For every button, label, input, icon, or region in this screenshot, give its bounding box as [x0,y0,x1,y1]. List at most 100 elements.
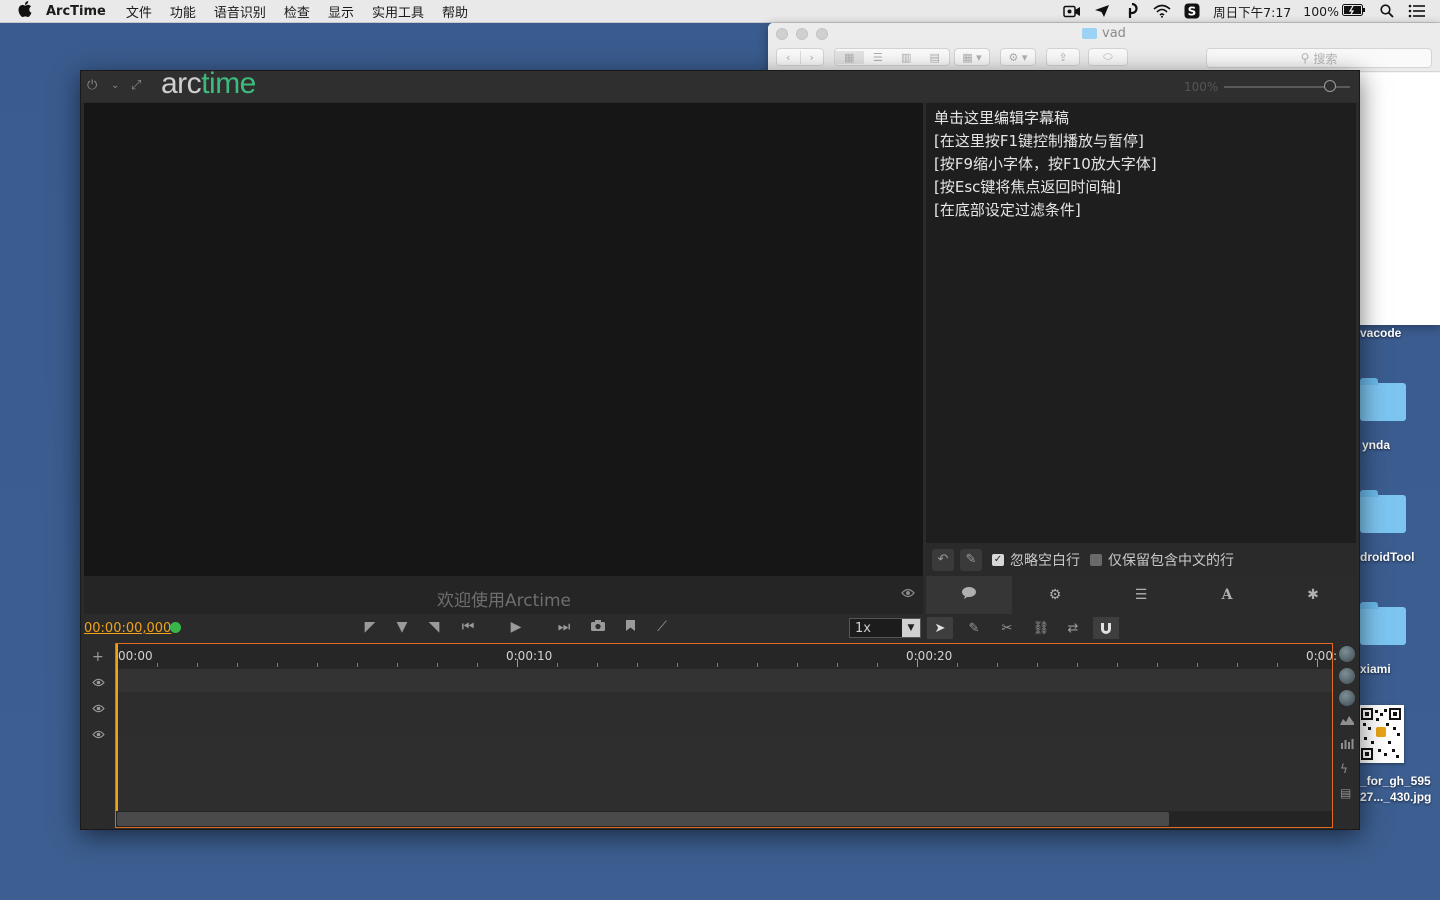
menu-inspect[interactable]: 检查 [284,2,310,21]
magnet-icon[interactable] [1093,617,1119,639]
expand-icon[interactable]: ⤢ [131,78,141,93]
bookmark-icon[interactable] [621,619,639,636]
edit-tool-icon[interactable]: ✎ [961,617,987,639]
search-icon[interactable] [1378,3,1396,19]
lightning-icon[interactable]: ϟ [1340,762,1348,776]
script-line[interactable]: [在底部设定过滤条件] [934,199,1081,220]
playhead[interactable] [116,644,118,812]
keep-chinese-checkbox[interactable]: 仅保留包含中文的行 [1090,550,1234,570]
table-icon[interactable]: ▤ [1340,786,1351,800]
swap-icon[interactable]: ⇄ [1060,617,1086,639]
marker-down-icon[interactable]: ▼ [393,619,411,635]
link-icon[interactable]: ⛓ [1028,617,1054,639]
folder-icon[interactable] [1360,378,1406,421]
action-button[interactable]: ⚙ ▾ [1000,48,1036,66]
zoom-button[interactable] [816,28,828,40]
set-out-point-icon[interactable]: ◥ [425,619,443,635]
volume-knob[interactable] [1339,646,1355,662]
finder-search-field[interactable]: ⚲ 搜索 [1206,48,1432,68]
menu-file[interactable]: 文件 [126,2,152,21]
desktop-item-label[interactable]: droidTool [1360,550,1414,564]
timecode-display[interactable]: 00:00:00,000 [84,621,171,636]
timeline-scrollbar-thumb[interactable] [117,812,1169,826]
menu-view[interactable]: 显示 [328,2,354,21]
play-icon[interactable]: ▶ [507,619,525,635]
bar-chart-icon[interactable] [1340,738,1354,752]
column-view-icon[interactable]: ▥ [892,51,921,64]
chevron-right-icon[interactable]: › [799,50,824,64]
power-icon[interactable]: ⏻ [87,78,97,93]
p-icon[interactable] [1123,3,1141,19]
s-app-icon[interactable]: S [1183,3,1201,19]
paper-plane-icon[interactable] [1093,3,1111,19]
timeline[interactable]: 00:00 0:00:10 0:00:20 0:00: [115,643,1337,828]
tab-style[interactable]: A [1184,576,1270,614]
ignore-blank-checkbox[interactable]: ✓ 忽略空白行 [992,550,1080,570]
menu-speech-recognition[interactable]: 语音识别 [214,2,266,21]
chevron-down-icon[interactable]: ⌄ [111,80,119,91]
camera-icon[interactable] [589,619,607,636]
chevron-left-icon[interactable]: ‹ [777,51,800,64]
icon-view-icon[interactable]: ▦ [835,50,864,64]
menu-app-name[interactable]: ArcTime [46,4,106,19]
apple-menu-icon[interactable] [18,1,36,21]
view-mode-buttons[interactable]: ▦ ☰ ▥ ▤ [834,48,950,66]
add-track-icon[interactable]: + [92,649,104,665]
video-camera-icon[interactable] [1063,3,1081,19]
clock[interactable]: 周日下午7:17 [1213,2,1291,21]
desktop-item-label[interactable]: xiami [1360,662,1391,676]
skip-back-icon[interactable]: ⏮ [459,619,477,635]
magic-wand-icon[interactable]: ⟋ [653,619,671,635]
gallery-view-icon[interactable]: ▤ [921,51,950,64]
battery-status[interactable]: 100% [1303,3,1366,19]
script-line[interactable]: [按Esc键将焦点返回时间轴] [934,176,1121,197]
select-tool-icon[interactable]: ➤ [927,617,953,639]
tab-list[interactable]: ☰ [1098,576,1184,614]
desktop-item-label[interactable]: _for_gh_595 [1360,774,1431,788]
volume-knob[interactable] [1339,668,1355,684]
wifi-icon[interactable] [1153,3,1171,19]
eye-icon[interactable] [92,702,105,716]
tab-script[interactable] [926,576,1012,614]
desktop-item-label[interactable]: ynda [1362,438,1390,452]
minimize-button[interactable] [796,28,808,40]
waveform-icon[interactable] [1340,714,1354,728]
menu-function[interactable]: 功能 [170,2,196,21]
zoom-slider-knob[interactable] [1324,80,1336,92]
eye-icon[interactable] [92,728,105,742]
script-editor[interactable]: 单击这里编辑字幕稿 [在这里按F1键控制播放与暂停] [按F9缩小字体，按F10… [926,103,1356,543]
undo-icon[interactable]: ↶ [932,548,954,571]
skip-forward-icon[interactable]: ⏭ [555,619,573,635]
eye-icon[interactable] [901,587,915,602]
tag-button[interactable]: ⬭ [1088,48,1128,66]
folder-icon[interactable] [1360,490,1406,533]
tab-debug[interactable]: ✱ [1270,576,1356,614]
desktop-item-label[interactable]: 27..._430.jpg [1360,790,1431,804]
eye-icon[interactable] [92,676,105,690]
folder-icon[interactable] [1360,602,1406,645]
script-line[interactable]: 单击这里编辑字幕稿 [934,107,1069,128]
subtitle-track-row[interactable] [116,715,1332,738]
notification-list-icon[interactable] [1408,3,1426,19]
share-button[interactable]: ⇪ [1046,48,1080,66]
time-ruler[interactable]: 00:00 0:00:10 0:00:20 0:00: [116,644,1337,669]
pencil-icon[interactable]: ✎ [960,548,982,571]
set-in-point-icon[interactable]: ◤ [361,619,379,635]
subtitle-track-row[interactable] [116,669,1332,692]
volume-knob[interactable] [1339,690,1355,706]
desktop-item-label[interactable]: vacode [1360,326,1401,340]
qr-code-image-icon[interactable] [1358,705,1404,763]
close-button[interactable] [776,28,788,40]
list-view-icon[interactable]: ☰ [864,51,893,64]
menu-help[interactable]: 帮助 [442,2,468,21]
video-preview[interactable] [84,103,923,576]
back-forward-buttons[interactable]: ‹ › [776,48,824,66]
script-line[interactable]: [在这里按F1键控制播放与暂停] [934,130,1144,151]
script-line[interactable]: [按F9缩小字体，按F10放大字体] [934,153,1157,174]
timeline-scrollbar-track[interactable] [116,811,1332,827]
menu-utilities[interactable]: 实用工具 [372,2,424,21]
group-by-button[interactable]: ▦ ▾ [954,48,990,66]
subtitle-track-row[interactable] [116,692,1332,715]
playback-speed-select[interactable]: 1x ▼ [849,618,921,638]
tab-settings[interactable]: ⚙ [1012,576,1098,614]
